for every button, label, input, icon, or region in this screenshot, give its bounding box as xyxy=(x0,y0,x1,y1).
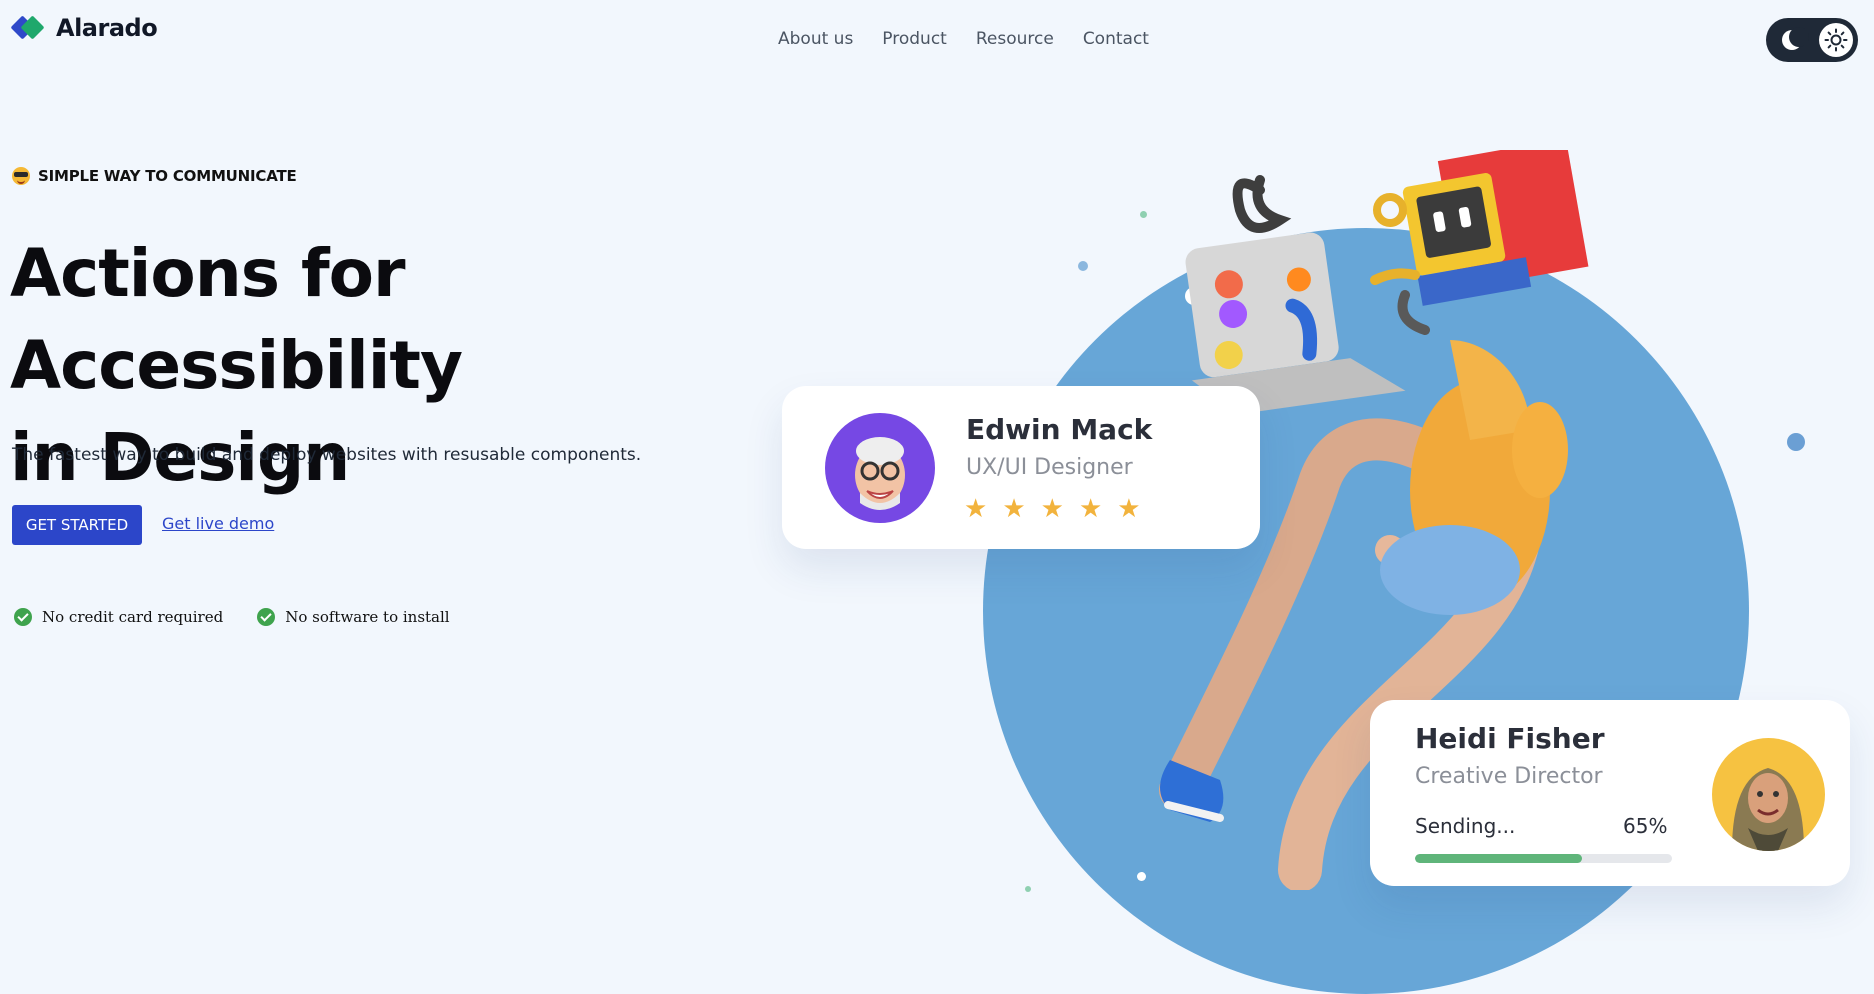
card-name-edwin: Edwin Mack xyxy=(966,413,1153,446)
check-circle-icon xyxy=(257,608,276,626)
get-started-button[interactable]: GET STARTED xyxy=(12,505,142,545)
decor-dot xyxy=(1140,211,1147,218)
bullet-label: No credit card required xyxy=(42,608,224,626)
decor-dot xyxy=(1078,261,1088,271)
diamond-logo-icon xyxy=(10,14,45,42)
star-icon: ★ xyxy=(964,494,988,524)
eyebrow-text: SIMPLE WAY TO COMMUNICATE xyxy=(38,167,297,185)
nav-item-resource[interactable]: Resource xyxy=(976,29,1054,49)
brand-logo[interactable]: Alarado xyxy=(10,14,158,42)
star-icon: ★ xyxy=(1040,494,1064,524)
brand-name: Alarado xyxy=(56,14,158,42)
card-name-heidi: Heidi Fisher xyxy=(1415,722,1605,755)
hero-subtext: The fastest way to build and deploy webs… xyxy=(12,445,642,465)
progress-percent: 65% xyxy=(1623,814,1668,838)
star-icon: ★ xyxy=(1117,494,1141,524)
moon-icon xyxy=(1782,27,1809,50)
check-circle-icon xyxy=(14,608,32,626)
star-rating: ★ ★ ★ ★ ★ xyxy=(964,494,1141,524)
decor-dot xyxy=(1787,433,1805,451)
nav-item-product[interactable]: Product xyxy=(882,29,947,49)
nav-item-contact[interactable]: Contact xyxy=(1083,29,1149,49)
main-nav: About us Product Resource Contact xyxy=(778,29,1149,49)
theme-toggle[interactable] xyxy=(1766,18,1858,62)
sunglasses-emoji-icon xyxy=(12,167,30,185)
sun-icon xyxy=(1819,23,1853,57)
nav-item-about-us[interactable]: About us xyxy=(778,29,853,49)
hero-eyebrow: SIMPLE WAY TO COMMUNICATE xyxy=(12,167,297,185)
headline-line-1: Actions for Accessibility xyxy=(10,235,463,404)
avatar-heidi xyxy=(1712,738,1825,851)
decor-dot xyxy=(1137,872,1146,881)
sending-status: Sending... xyxy=(1415,814,1516,838)
avatar-edwin xyxy=(825,413,935,523)
card-role-heidi: Creative Director xyxy=(1415,764,1603,789)
card-role-edwin: UX/UI Designer xyxy=(966,455,1133,480)
feature-bullets: No credit card required No software to i… xyxy=(14,608,450,626)
bullet-label: No software to install xyxy=(285,608,450,626)
progress-bar-fill xyxy=(1415,854,1583,863)
progress-bar xyxy=(1415,854,1672,863)
decor-dot xyxy=(1025,886,1031,892)
bullet-no-credit-card: No credit card required xyxy=(14,608,223,626)
star-icon: ★ xyxy=(1002,494,1026,524)
bullet-no-software: No software to install xyxy=(257,608,450,626)
live-demo-link[interactable]: Get live demo xyxy=(162,514,274,533)
star-icon: ★ xyxy=(1078,494,1103,524)
